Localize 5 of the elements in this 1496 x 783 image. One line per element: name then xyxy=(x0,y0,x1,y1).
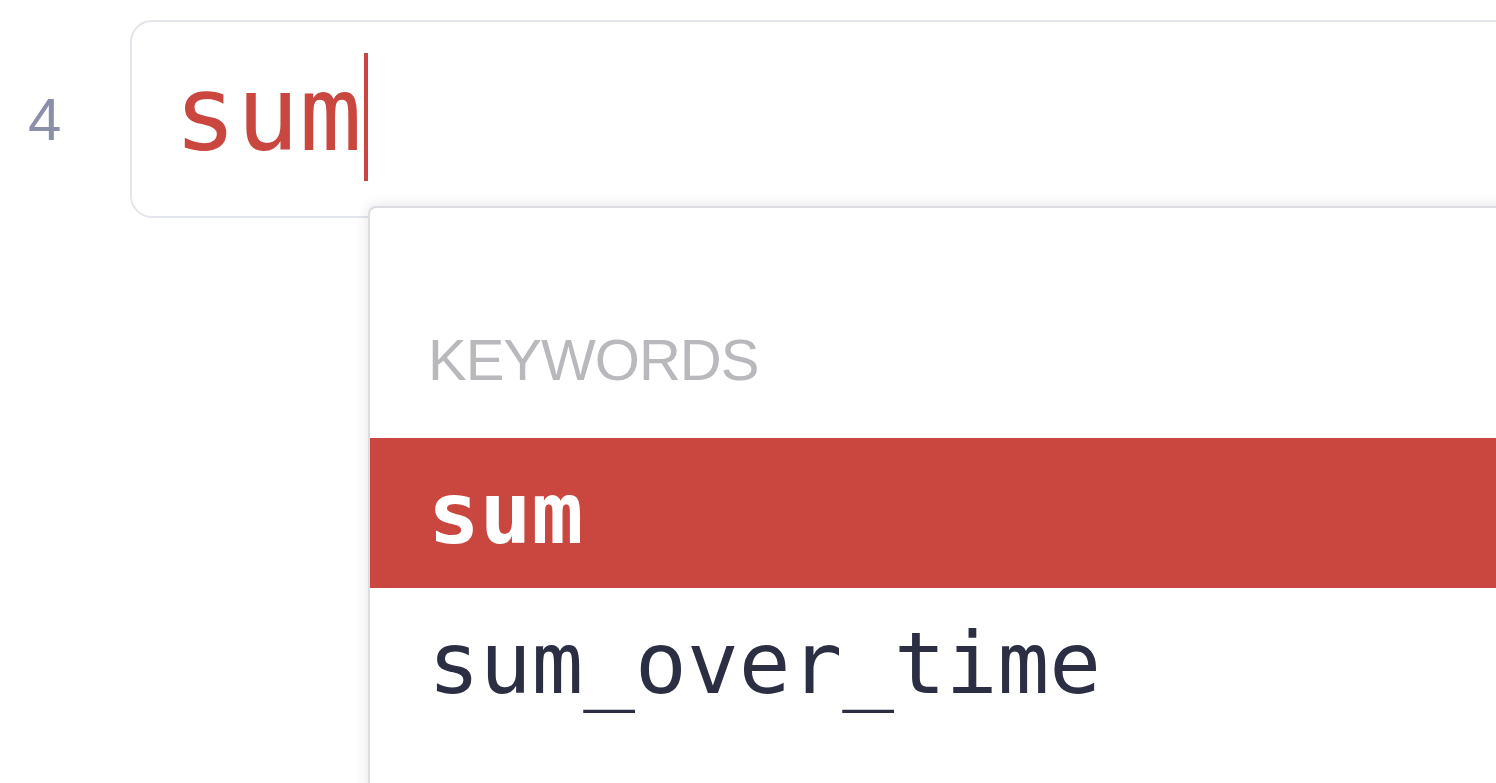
suggestion-item[interactable]: sum xyxy=(370,438,1496,588)
line-number: 4 xyxy=(27,85,63,150)
suggestion-item[interactable]: sum_over_time xyxy=(370,588,1496,738)
section-heading: KEYWORDS xyxy=(427,326,760,394)
query-text: sum xyxy=(174,54,362,174)
